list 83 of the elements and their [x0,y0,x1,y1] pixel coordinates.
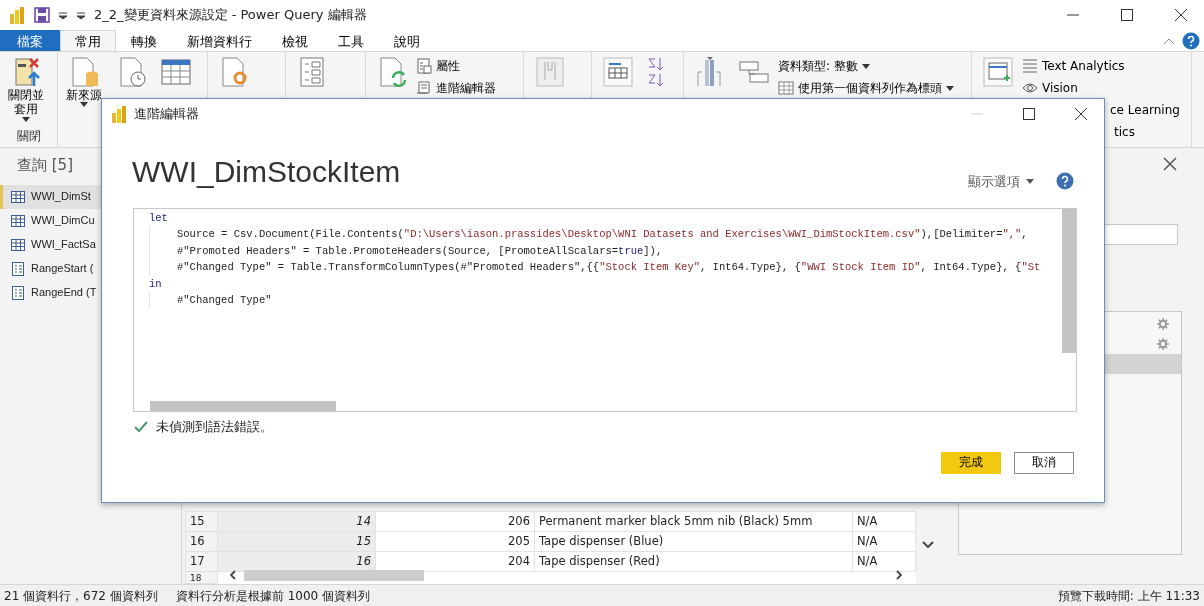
file-menu-tab[interactable]: 檔案 [0,30,60,51]
close-icon [1075,108,1087,120]
scrollbar-thumb[interactable] [150,401,336,411]
customize-dropdown-icon[interactable] [76,10,86,20]
row-number: 16 [185,531,218,552]
table-icon [11,213,25,228]
scroll-down-icon[interactable] [922,541,934,548]
ribbon-tab[interactable]: 說明 [379,30,435,51]
ribbon-button[interactable]: Vision [1022,78,1180,98]
help-icon[interactable] [1182,32,1200,50]
scroll-icon [416,80,432,96]
validation-message: 未偵測到語法錯誤。 [156,418,273,436]
display-options-dropdown[interactable]: 顯示選項 [962,170,1040,192]
ribbon-tab[interactable]: 新增資料行 [172,30,267,51]
table-cell: Permanent marker black 5mm nib (Black) 5mm [534,511,853,532]
eye-icon [1022,80,1038,96]
maximize-icon [1121,9,1133,21]
ribbon-tab[interactable]: 檢視 [267,30,323,51]
app-logo-icon [8,5,26,25]
table-cell: 14 [217,511,376,532]
table-cell: 206 [375,511,535,532]
gear-icon [1157,338,1169,350]
row-number: 15 [185,511,218,532]
table-cell: 205 [375,531,535,552]
table-cell: N/A [852,531,916,552]
app-logo-icon [110,104,128,124]
dropdown-icon [80,102,88,108]
row-number: 17 [185,551,218,572]
minimize-icon [1067,14,1079,16]
table-icon [778,80,794,96]
ribbon-button[interactable]: 新來源 [64,56,104,108]
scrollbar-thumb[interactable] [1062,209,1076,353]
close-icon[interactable] [1163,157,1177,171]
check-icon [134,420,148,433]
save-icon[interactable] [34,7,50,23]
table-cell: N/A [852,511,916,532]
dialog-title: 進階編輯器 [134,104,199,123]
help-icon[interactable] [1056,172,1074,190]
lines-icon [1022,58,1038,74]
scrollbar-thumb[interactable] [244,569,424,581]
properties-icon [416,58,432,74]
maximize-icon [1023,108,1035,120]
done-button[interactable]: 完成 [941,452,1001,474]
parameter-icon [11,285,25,300]
ribbon-button[interactable]: 使用第一個資料列作為標頭 [778,78,954,98]
code-line: in [149,276,163,292]
ribbon-button[interactable]: tics [1114,122,1180,142]
table-cell: N/A [852,551,916,572]
dropdown-icon [946,85,954,91]
ribbon-button[interactable]: 關閉並套用 [6,56,46,122]
status-text: 預覽下載時間: 上午 11:33 [1057,587,1200,605]
ribbon-button[interactable]: Text Analytics [1022,56,1180,76]
close-icon [1175,9,1187,21]
ribbon-button[interactable]: 資料類型: 整數 [778,56,954,76]
cancel-button[interactable]: 取消 [1014,452,1074,474]
parameter-icon [11,261,25,276]
ribbon-button[interactable]: ce Learning [1110,100,1180,120]
scroll-left-icon[interactable] [230,570,236,580]
table-cell: Tape dispenser (Red) [534,551,853,572]
table-edit-icon[interactable] [602,56,634,88]
dropdown-icon [861,63,870,69]
table-cell: Tape dispenser (Blue) [534,531,853,552]
group-label: 關閉 [15,128,42,145]
table-icon [11,189,25,204]
window-add-icon[interactable] [982,56,1014,88]
dropdown-icon [1026,178,1034,184]
undo-dropdown-icon[interactable] [58,10,68,20]
ribbon-button[interactable]: 進階編輯器 [416,78,496,98]
table-icon [11,237,25,252]
status-text: 21 個資料行，672 個資料列 [4,587,158,605]
ribbon-button[interactable]: 屬性 [416,56,496,76]
window-title: 2_2_變更資料來源設定 - Power Query 編輯器 [94,6,367,25]
code-editor[interactable] [133,208,1077,412]
ribbon-tab[interactable]: 轉換 [116,30,172,51]
gear-icon [1157,318,1169,330]
dropdown-icon [22,116,30,122]
collapse-ribbon-icon[interactable] [1164,37,1174,44]
table-icon[interactable] [160,56,192,88]
status-text: 資料行分析是根據前 1000 個資料列 [175,587,370,605]
ribbon-tab[interactable]: 常用 [60,30,116,51]
ribbon-tab[interactable]: 工具 [323,30,379,51]
scroll-right-icon[interactable] [896,570,902,580]
code-line: let [149,211,169,226]
